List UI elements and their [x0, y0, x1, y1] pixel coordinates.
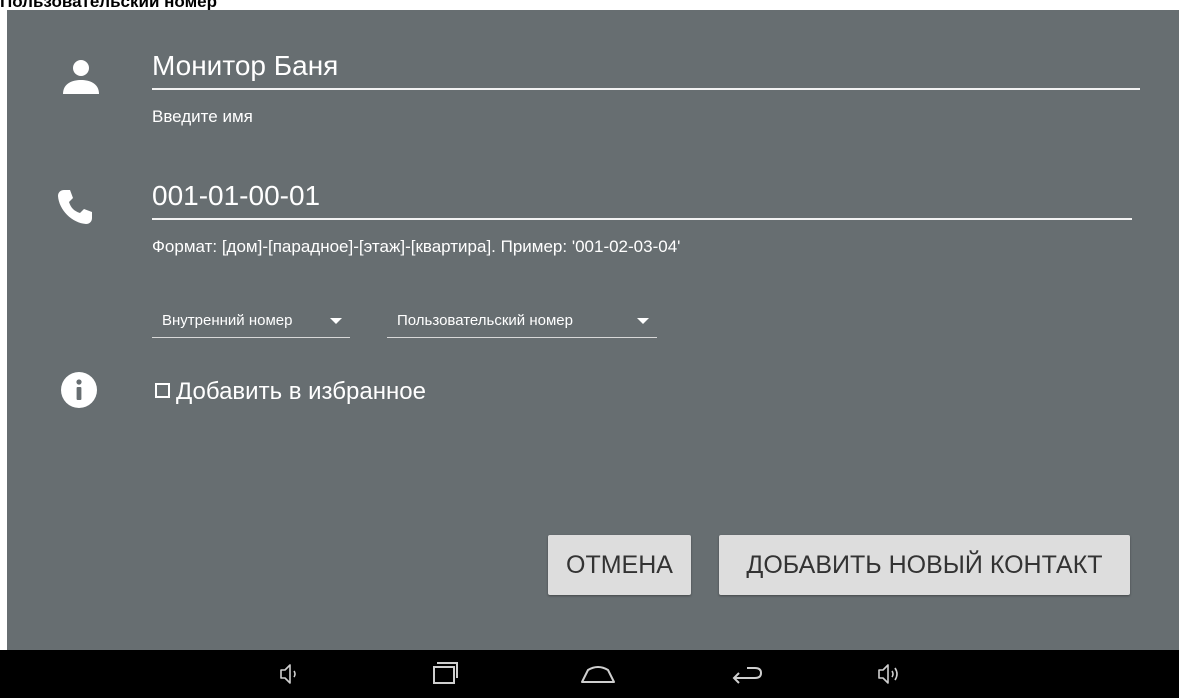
favorite-checkbox-label: Добавить в избранное [176, 378, 426, 405]
page: Пользовательский номер Монитор Баня Введ… [0, 0, 1179, 698]
name-input[interactable]: Монитор Баня [152, 50, 1140, 90]
person-icon [61, 56, 101, 96]
recent-apps-icon[interactable] [425, 658, 465, 690]
category-spinner-value: Пользовательский номер [397, 312, 573, 329]
number-input[interactable]: 001-01-00-01 [152, 180, 1132, 220]
favorite-checkbox[interactable]: Добавить в избранное [155, 378, 426, 408]
add-contact-dialog: Монитор Баня Введите имя 001-01-00-01 Фо… [7, 10, 1179, 650]
chevron-down-icon [637, 318, 649, 324]
add-contact-button[interactable]: ДОБАВИТЬ НОВЫЙ КОНТАКТ [719, 535, 1130, 595]
checkbox-unchecked-icon [155, 383, 170, 399]
name-hint: Введите имя [152, 107, 253, 126]
cancel-button[interactable]: ОТМЕНА [548, 535, 691, 595]
volume-down-icon[interactable] [270, 658, 310, 690]
volume-up-icon[interactable] [870, 658, 910, 690]
home-icon[interactable] [578, 658, 618, 690]
info-icon [59, 370, 99, 410]
chevron-down-icon [330, 318, 342, 324]
type-spinner-value: Внутренний номер [162, 312, 293, 329]
type-spinner[interactable]: Внутренний номер [152, 312, 350, 338]
back-icon[interactable] [725, 658, 765, 690]
navigation-bar [0, 650, 1179, 698]
category-spinner[interactable]: Пользовательский номер [387, 312, 657, 338]
phone-icon [55, 187, 95, 227]
page-title: Пользовательский номер [0, 0, 217, 11]
number-format-hint: Формат: [дом]-[парадное]-[этаж]-[квартир… [152, 237, 681, 256]
